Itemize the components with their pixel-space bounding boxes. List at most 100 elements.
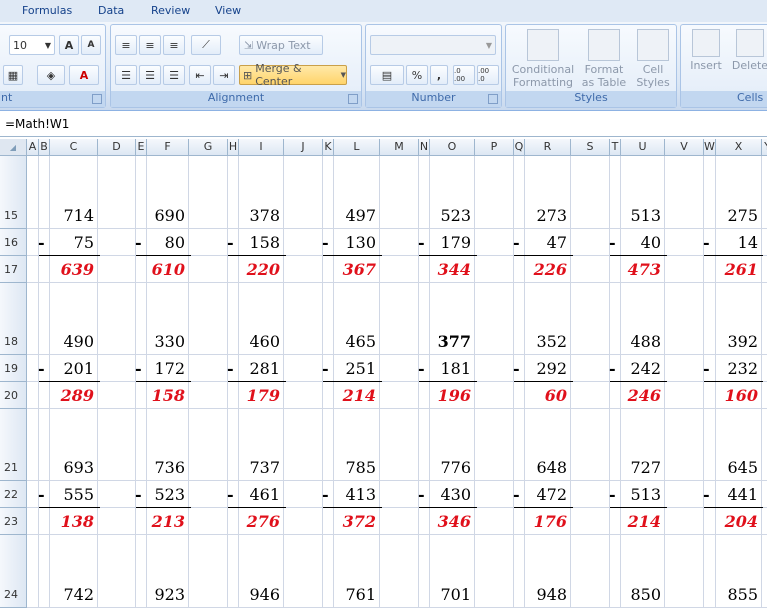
minuend-cell[interactable]: 946: [235, 585, 280, 604]
minuend-cell[interactable]: 742: [46, 585, 94, 604]
dialog-launcher-icon[interactable]: [488, 94, 498, 104]
result-cell[interactable]: 261: [712, 260, 758, 279]
result-cell[interactable]: 176: [521, 512, 567, 531]
row-header-22[interactable]: 22: [0, 488, 26, 501]
tab-formulas[interactable]: Formulas: [22, 4, 72, 17]
borders-button[interactable]: ▦: [3, 65, 23, 85]
format-as-table-button[interactable]: Format as Table: [578, 29, 630, 89]
minuend-cell[interactable]: 855: [712, 585, 758, 604]
font-color-button[interactable]: A: [69, 65, 99, 85]
subtrahend-cell[interactable]: 232: [712, 359, 758, 378]
subtrahend-cell[interactable]: 75: [46, 233, 94, 252]
subtrahend-cell[interactable]: 172: [143, 359, 185, 378]
result-cell[interactable]: 344: [426, 260, 471, 279]
align-center-button[interactable]: ☰: [139, 65, 161, 85]
font-size-select[interactable]: 10 ▼: [9, 35, 55, 55]
grow-font-button[interactable]: A: [59, 35, 79, 55]
minuend-cell[interactable]: 776: [426, 458, 471, 477]
subtrahend-cell[interactable]: 130: [330, 233, 376, 252]
result-cell[interactable]: 367: [330, 260, 376, 279]
row-header-20[interactable]: 20: [0, 389, 26, 402]
result-cell[interactable]: 639: [46, 260, 94, 279]
insert-button[interactable]: Insert: [685, 29, 727, 72]
minuend-cell[interactable]: 690: [143, 206, 185, 225]
minuend-cell[interactable]: 497: [330, 206, 376, 225]
worksheet-grid[interactable]: 714-75 639 690-80 610 378-158 220 497-130 367 52…: [27, 156, 767, 608]
result-cell[interactable]: 346: [426, 512, 471, 531]
minuend-cell[interactable]: 714: [46, 206, 94, 225]
row-header-17[interactable]: 17: [0, 263, 26, 276]
column-header-X[interactable]: X: [716, 139, 762, 155]
row-header-16[interactable]: 16: [0, 236, 26, 249]
subtrahend-cell[interactable]: 158: [235, 233, 280, 252]
align-right-button[interactable]: ☰: [163, 65, 185, 85]
column-header-P[interactable]: P: [475, 139, 514, 155]
subtrahend-cell[interactable]: 292: [521, 359, 567, 378]
subtrahend-cell[interactable]: 441: [712, 485, 758, 504]
formula-bar[interactable]: =Math!W1: [0, 112, 767, 137]
column-header-Y[interactable]: Y: [762, 139, 767, 155]
minuend-cell[interactable]: 378: [235, 206, 280, 225]
column-header-R[interactable]: R: [525, 139, 571, 155]
result-cell[interactable]: 213: [143, 512, 185, 531]
minuend-cell[interactable]: 648: [521, 458, 567, 477]
merge-center-button[interactable]: ⊞ Merge & Center ▼: [239, 62, 347, 88]
subtrahend-cell[interactable]: 472: [521, 485, 567, 504]
column-header-B[interactable]: B: [39, 139, 50, 155]
minuend-cell[interactable]: 488: [617, 332, 661, 351]
column-header-G[interactable]: G: [189, 139, 228, 155]
minuend-cell[interactable]: 273: [521, 206, 567, 225]
minuend-cell[interactable]: 392: [712, 332, 758, 351]
tab-view[interactable]: View: [215, 4, 241, 17]
column-header-U[interactable]: U: [621, 139, 665, 155]
subtrahend-cell[interactable]: 523: [143, 485, 185, 504]
subtrahend-cell[interactable]: 40: [617, 233, 661, 252]
subtrahend-cell[interactable]: 179: [426, 233, 471, 252]
column-header-J[interactable]: J: [284, 139, 323, 155]
minuend-cell[interactable]: 490: [46, 332, 94, 351]
row-header-15[interactable]: 15: [0, 209, 26, 222]
subtrahend-cell[interactable]: 513: [617, 485, 661, 504]
tab-review[interactable]: Review: [151, 4, 190, 17]
row-header-18[interactable]: 18: [0, 335, 26, 348]
result-cell[interactable]: 276: [235, 512, 280, 531]
subtrahend-cell[interactable]: 242: [617, 359, 661, 378]
column-header-C[interactable]: C: [50, 139, 98, 155]
minuend-cell[interactable]: 948: [521, 585, 567, 604]
fill-color-button[interactable]: ◈: [37, 65, 65, 85]
column-header-A[interactable]: A: [27, 139, 39, 155]
row-header-24[interactable]: 24: [0, 588, 26, 601]
result-cell[interactable]: 246: [617, 386, 661, 405]
increase-decimal-button[interactable]: .0 .00: [453, 65, 475, 85]
column-header-M[interactable]: M: [380, 139, 419, 155]
result-cell[interactable]: 226: [521, 260, 567, 279]
subtrahend-cell[interactable]: 461: [235, 485, 280, 504]
minuend-cell[interactable]: 923: [143, 585, 185, 604]
minuend-cell[interactable]: 701: [426, 585, 471, 604]
dialog-launcher-icon[interactable]: [92, 94, 102, 104]
comma-button[interactable]: ,: [430, 65, 448, 85]
column-header-W[interactable]: W: [704, 139, 716, 155]
minuend-cell[interactable]: 465: [330, 332, 376, 351]
accounting-format-button[interactable]: ▤: [370, 65, 404, 85]
minuend-cell[interactable]: 727: [617, 458, 661, 477]
result-cell[interactable]: 60: [521, 386, 567, 405]
minuend-cell[interactable]: 736: [143, 458, 185, 477]
result-cell[interactable]: 179: [235, 386, 280, 405]
percent-button[interactable]: %: [406, 65, 428, 85]
column-header-S[interactable]: S: [571, 139, 610, 155]
column-header-H[interactable]: H: [228, 139, 239, 155]
row-header-21[interactable]: 21: [0, 461, 26, 474]
shrink-font-button[interactable]: A: [81, 35, 101, 55]
dialog-launcher-icon[interactable]: [348, 94, 358, 104]
minuend-cell[interactable]: 513: [617, 206, 661, 225]
subtrahend-cell[interactable]: 555: [46, 485, 94, 504]
wrap-text-button[interactable]: ⇲ Wrap Text: [239, 35, 323, 55]
row-header-23[interactable]: 23: [0, 515, 26, 528]
row-header-19[interactable]: 19: [0, 362, 26, 375]
column-header-L[interactable]: L: [334, 139, 380, 155]
subtrahend-cell[interactable]: 80: [143, 233, 185, 252]
column-header-Q[interactable]: Q: [514, 139, 525, 155]
minuend-cell[interactable]: 785: [330, 458, 376, 477]
minuend-cell[interactable]: 523: [426, 206, 471, 225]
